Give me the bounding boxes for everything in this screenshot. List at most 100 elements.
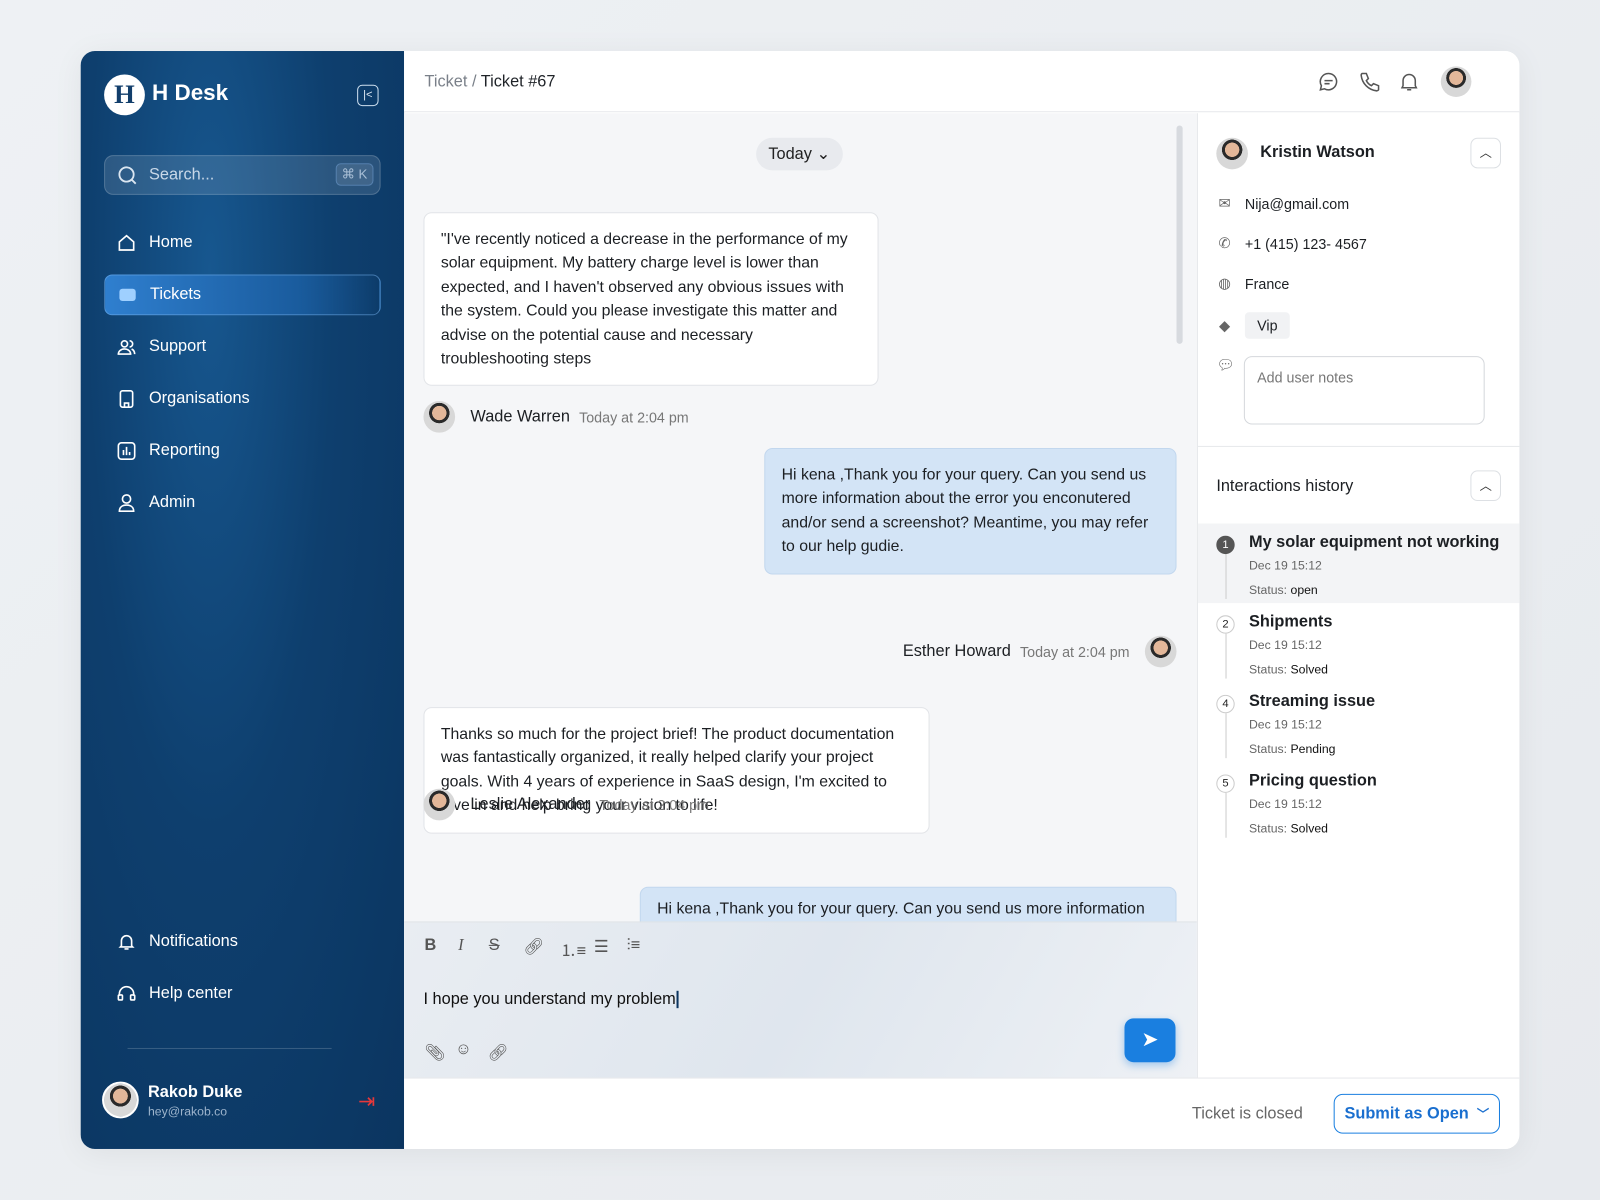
text-cursor — [676, 990, 679, 1009]
top-bar: Ticket / Ticket #67 — [404, 51, 1520, 113]
timeline-line — [1225, 554, 1227, 599]
chat-panel: Today ⌄ "I've recently noticed a decreas… — [404, 113, 1197, 1078]
divider — [127, 1047, 332, 1049]
user-email: hey@rakob.co — [147, 1104, 228, 1119]
ticket-status-text: Ticket is closed — [1191, 1105, 1303, 1123]
bell-icon[interactable] — [1398, 70, 1420, 92]
message-meta: Wade Warren Today at 2:04 pm — [423, 401, 689, 433]
logout-icon[interactable]: ⇥ — [358, 1089, 375, 1115]
send-icon: ➤ — [1141, 1028, 1159, 1052]
status-label: Status: — [1248, 821, 1288, 836]
note-icon: 💬︎ — [1216, 356, 1235, 373]
message-time: Today at 2:04 pm — [579, 408, 689, 425]
ordered-list-icon[interactable]: ⒈≡ — [560, 937, 586, 961]
search-input[interactable]: Search... ⌘ K — [104, 155, 381, 195]
bold-button[interactable]: B — [424, 937, 436, 955]
emoji-icon[interactable]: ☺ — [455, 1041, 472, 1059]
sidebar-item-home[interactable]: Home — [104, 222, 381, 263]
sidebar-item-reporting[interactable]: Reporting — [104, 431, 381, 472]
history-item[interactable]: 1 My solar equipment not working Dec 19 15… — [1197, 523, 1520, 604]
collapse-history-button[interactable]: ︿ — [1470, 470, 1502, 502]
history-title: Streaming issue — [1248, 692, 1376, 711]
customer-email: ✉ Nija@gmail.com — [1216, 195, 1349, 212]
users-icon — [117, 339, 136, 355]
customer-avatar — [1216, 137, 1248, 170]
bullet-list-icon[interactable]: ☰ — [594, 937, 609, 957]
building-icon — [119, 389, 134, 408]
sidebar-item-label: Organisations — [148, 389, 250, 408]
footer-bar: Ticket is closed Submit as Open ﹀ — [404, 1077, 1520, 1149]
sidebar-item-tickets[interactable]: Tickets — [104, 274, 381, 316]
globe-icon: ◍ — [1218, 274, 1231, 291]
message-input[interactable]: I hope you understand my problem — [423, 990, 679, 1009]
history-item[interactable]: 4 Streaming issue Dec 19 15:12 Status: Pend… — [1198, 683, 1519, 763]
date-filter-label: Today — [768, 145, 812, 164]
history-status: Status: Solved — [1249, 662, 1328, 676]
history-status: Status: Pending — [1249, 742, 1335, 756]
history-item[interactable]: 2 Shipments Dec 19 15:12 Status: Solved — [1198, 603, 1519, 683]
user-name: Rakob Duke — [147, 1083, 243, 1102]
sidebar-item-label: Notifications — [148, 932, 238, 950]
customer-country: ◍ France — [1216, 274, 1289, 291]
date-filter-dropdown[interactable]: Today ⌄ — [756, 137, 843, 171]
search-icon — [118, 166, 137, 185]
timeline-line — [1225, 713, 1227, 759]
logo: H — [104, 74, 145, 116]
link-icon[interactable]: 🔗︎ — [488, 1043, 509, 1063]
phone-icon[interactable] — [1358, 70, 1380, 92]
align-left-icon[interactable]: ⫶≡ — [627, 937, 641, 955]
chevron-down-icon: ﹀ — [1476, 1107, 1490, 1122]
scrollbar[interactable] — [1176, 125, 1183, 344]
history-title: My solar equipment not working — [1248, 533, 1500, 552]
app-window: H H Desk |< Search... ⌘ K Home Tickets S… — [80, 51, 1520, 1149]
user-icon — [118, 494, 135, 513]
user-avatar[interactable] — [102, 1081, 139, 1119]
history-status: Status: open — [1249, 583, 1318, 597]
send-button[interactable]: ➤ — [1124, 1018, 1176, 1063]
message-meta: Esther Howard Today at 2:04 pm — [903, 635, 1177, 668]
search-shortcut: ⌘ K — [335, 163, 374, 186]
user-notes-input[interactable]: Add user notes — [1243, 356, 1485, 425]
sidebar-item-admin[interactable]: Admin — [104, 483, 381, 524]
tag-badge[interactable]: Vip — [1244, 312, 1290, 339]
bell-icon — [118, 934, 135, 950]
attachment-icon[interactable]: 📎︎ — [424, 1043, 445, 1063]
timeline-line — [1225, 633, 1227, 679]
avatar — [423, 788, 456, 821]
status-label: Status: — [1248, 662, 1288, 677]
timeline-line — [1225, 792, 1227, 838]
sidebar-item-label: Admin — [148, 493, 196, 512]
brand-name: H Desk — [152, 79, 229, 106]
phone-icon: ✆ — [1218, 234, 1231, 252]
collapse-sidebar-icon[interactable]: |< — [357, 84, 379, 107]
sidebar-item-label: Reporting — [148, 441, 220, 460]
sidebar-item-notifications[interactable]: Notifications — [104, 921, 381, 962]
message-meta: Leslie Alexander Today at 2:04 pm — [423, 788, 709, 821]
history-title: Pricing question — [1248, 772, 1377, 790]
chevron-down-icon: ⌄ — [816, 145, 831, 164]
sidebar-item-help-center[interactable]: Help center — [104, 973, 381, 1014]
italic-button[interactable]: I — [458, 937, 463, 955]
sidebar-item-organisations[interactable]: Organisations — [104, 379, 381, 420]
sidebar-item-support[interactable]: Support — [104, 327, 381, 368]
message-bubble: "I've recently noticed a decrease in the… — [423, 212, 879, 387]
avatar — [423, 401, 456, 433]
collapse-customer-button[interactable]: ︿ — [1470, 137, 1502, 169]
breadcrumb-ticket[interactable]: Ticket — [424, 73, 467, 90]
profile-avatar[interactable] — [1440, 66, 1472, 97]
breadcrumb-current: Ticket #67 — [480, 73, 556, 91]
home-icon — [118, 234, 135, 251]
link-icon[interactable]: 🔗︎ — [523, 937, 544, 957]
history-item[interactable]: 5 Pricing question Dec 19 15:12 Status: Sol… — [1198, 762, 1519, 842]
sidebar: H H Desk |< Search... ⌘ K Home Tickets S… — [80, 51, 405, 1149]
submit-as-open-button[interactable]: Submit as Open ﹀ — [1333, 1093, 1500, 1134]
chat-icon[interactable] — [1317, 70, 1339, 92]
author-name: Leslie Alexander — [470, 795, 591, 813]
author-name: Wade Warren — [470, 407, 570, 425]
strikethrough-button[interactable]: S — [489, 937, 500, 955]
customer-phone: ✆ +1 (415) 123- 4567 — [1216, 235, 1366, 252]
history-number: 2 — [1216, 615, 1235, 634]
ticket-icon — [119, 288, 136, 302]
history-status: Status: Solved — [1249, 821, 1328, 835]
status-value: Solved — [1290, 821, 1328, 836]
